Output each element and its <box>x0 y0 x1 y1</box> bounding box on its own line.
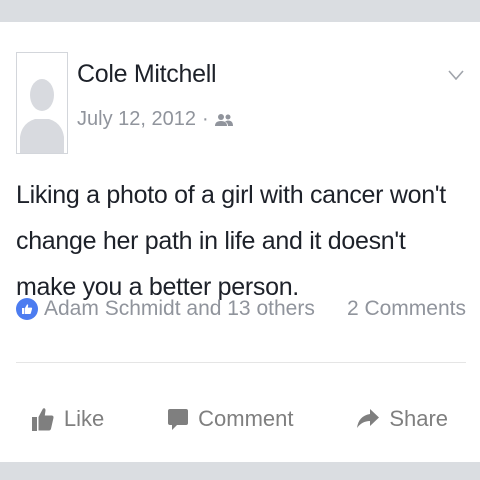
comment-button[interactable]: Comment <box>168 406 293 432</box>
post-card: Cole Mitchell July 12, 2012 · Liking a p… <box>0 22 480 462</box>
author-name[interactable]: Cole Mitchell <box>77 60 217 89</box>
default-profile-icon <box>17 53 67 153</box>
likes-summary[interactable]: Adam Schmidt and 13 others <box>16 297 315 321</box>
share-label: Share <box>389 406 449 431</box>
action-bar: Like Comment Share <box>0 394 480 444</box>
share-arrow-icon <box>357 409 380 428</box>
bottom-separator-bar <box>0 462 480 480</box>
post-meta: July 12, 2012 · <box>77 108 233 131</box>
comment-label: Comment <box>198 406 294 431</box>
friends-icon[interactable] <box>214 113 233 127</box>
divider <box>16 362 466 363</box>
chevron-down-icon[interactable] <box>447 66 465 84</box>
post-date[interactable]: July 12, 2012 <box>77 108 196 131</box>
meta-separator: · <box>201 108 209 130</box>
thumbs-up-icon <box>31 408 54 431</box>
like-label: Like <box>63 406 105 431</box>
like-button[interactable]: Like <box>31 406 105 432</box>
thumbs-up-icon <box>16 298 38 320</box>
reactions-bar: Adam Schmidt and 13 others 2 Comments <box>16 292 466 326</box>
post-text: Liking a photo of a girl with cancer won… <box>16 181 446 301</box>
likes-text: Adam Schmidt and 13 others <box>44 297 315 320</box>
speech-bubble-icon <box>168 409 189 430</box>
share-button[interactable]: Share <box>357 406 448 432</box>
comments-count[interactable]: 2 Comments <box>347 297 466 321</box>
top-separator-bar <box>0 0 480 22</box>
avatar[interactable] <box>16 52 68 154</box>
